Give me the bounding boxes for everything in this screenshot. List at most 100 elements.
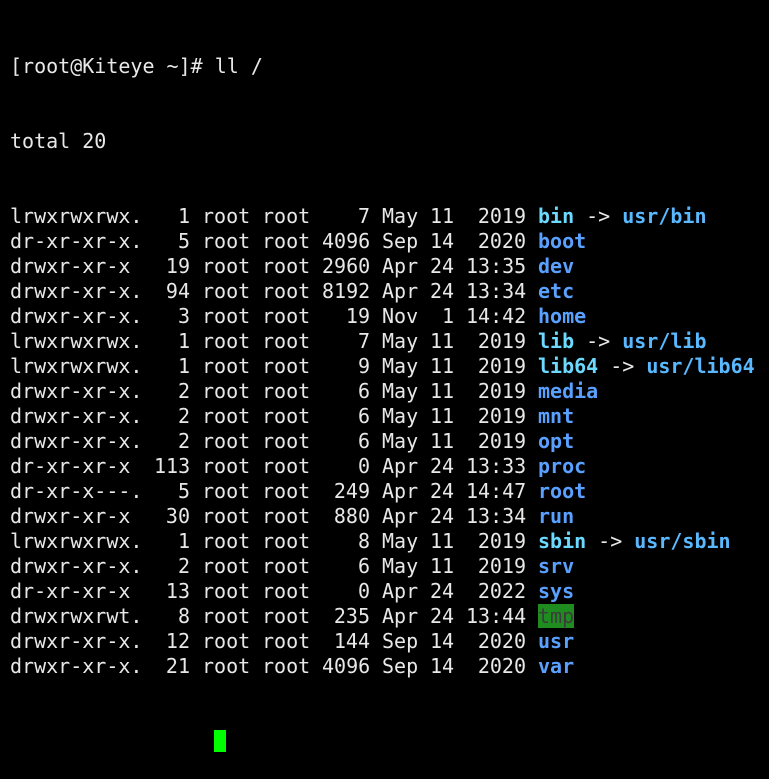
- listing-row: drwxr-xr-x. 2 root root 6 May 11 2019 mnt: [10, 404, 769, 429]
- day: 14: [430, 654, 455, 678]
- listing-row: lrwxrwxrwx. 1 root root 7 May 11 2019 bin -> usr/b…: [10, 204, 769, 229]
- prompt: [root@Kiteye ~]#: [10, 54, 215, 78]
- listing-row: lrwxrwxrwx. 1 root root 7 May 11 2019 lib -> usr/l…: [10, 329, 769, 354]
- day: 24: [430, 454, 455, 478]
- permissions: drwxr-xr-x.: [10, 554, 143, 578]
- time-or-year: 2020: [477, 654, 526, 678]
- permissions: lrwxrwxrwx.: [10, 204, 143, 228]
- month: May: [382, 379, 419, 403]
- symlink-arrow: ->: [586, 329, 611, 353]
- time-or-year: 14:47: [466, 479, 527, 503]
- time-or-year: 2022: [477, 579, 526, 603]
- group: root: [262, 554, 311, 578]
- terminal-window[interactable]: [root@Kiteye ~]# ll / total 20 lrwxrwxrw…: [0, 0, 769, 752]
- month: Apr: [382, 254, 419, 278]
- size: 6: [357, 429, 370, 453]
- month: Apr: [382, 454, 419, 478]
- owner: root: [202, 629, 251, 653]
- listing-row: lrwxrwxrwx. 1 root root 9 May 11 2019 lib64 -> usr…: [10, 354, 769, 379]
- file-name: home: [538, 304, 587, 328]
- file-name: run: [538, 504, 575, 528]
- file-name: lib64: [538, 354, 599, 378]
- permissions: dr-xr-xr-x: [10, 454, 131, 478]
- symlink-arrow: ->: [586, 204, 611, 228]
- month: May: [382, 429, 419, 453]
- listing-row: dr-xr-x---. 5 root root 249 Apr 24 14:47 root: [10, 479, 769, 504]
- day: 11: [430, 204, 455, 228]
- owner: root: [202, 329, 251, 353]
- symlink-target: usr/lib64: [646, 354, 755, 378]
- file-name: bin: [538, 204, 575, 228]
- link-count: 2: [177, 379, 190, 403]
- permissions: drwxr-xr-x.: [10, 429, 143, 453]
- month: Apr: [382, 279, 419, 303]
- terminal-cursor: [214, 730, 226, 752]
- time-or-year: 13:33: [466, 454, 527, 478]
- owner: root: [202, 429, 251, 453]
- permissions: lrwxrwxrwx.: [10, 529, 143, 553]
- time-or-year: 2020: [477, 229, 526, 253]
- day: 14: [430, 229, 455, 253]
- symlink-target: usr/bin: [622, 204, 707, 228]
- day: 11: [430, 354, 455, 378]
- listing-row: drwxr-xr-x. 21 root root 4096 Sep 14 2020 var: [10, 654, 769, 679]
- command-line: [root@Kiteye ~]# ll /: [10, 54, 769, 79]
- file-name: sbin: [538, 529, 587, 553]
- month: May: [382, 329, 419, 353]
- month: Apr: [382, 604, 419, 628]
- link-count: 19: [165, 254, 190, 278]
- listing-row: dr-xr-xr-x 113 root root 0 Apr 24 13:33 proc: [10, 454, 769, 479]
- day: 24: [430, 579, 455, 603]
- size: 4096: [322, 654, 371, 678]
- listing-row: drwxrwxrwt. 8 root root 235 Apr 24 13:44 tmp: [10, 604, 769, 629]
- link-count: 113: [154, 454, 191, 478]
- group: root: [262, 579, 311, 603]
- owner: root: [202, 254, 251, 278]
- link-count: 1: [177, 204, 190, 228]
- month: May: [382, 404, 419, 428]
- link-count: 13: [165, 579, 190, 603]
- listing-row: dr-xr-xr-x 13 root root 0 Apr 24 2022 sys: [10, 579, 769, 604]
- time-or-year: 13:44: [466, 604, 527, 628]
- size: 6: [357, 554, 370, 578]
- link-count: 1: [177, 329, 190, 353]
- day: 11: [430, 554, 455, 578]
- group: root: [262, 629, 311, 653]
- month: Nov: [382, 304, 419, 328]
- permissions: drwxr-xr-x.: [10, 404, 143, 428]
- size: 2960: [322, 254, 371, 278]
- permissions: drwxr-xr-x: [10, 504, 131, 528]
- time-or-year: 13:35: [466, 254, 527, 278]
- day: 14: [430, 629, 455, 653]
- size: 249: [333, 479, 370, 503]
- month: Sep: [382, 229, 419, 253]
- listing-row: drwxr-xr-x. 2 root root 6 May 11 2019 opt: [10, 429, 769, 454]
- owner: root: [202, 654, 251, 678]
- time-or-year: 13:34: [466, 504, 527, 528]
- command-text: ll /: [214, 54, 263, 78]
- time-or-year: 2019: [477, 354, 526, 378]
- day: 24: [430, 504, 455, 528]
- permissions: dr-xr-x---.: [10, 479, 143, 503]
- listing-row: lrwxrwxrwx. 1 root root 8 May 11 2019 sbin -> usr/…: [10, 529, 769, 554]
- file-name: opt: [538, 429, 575, 453]
- time-or-year: 2019: [477, 379, 526, 403]
- permissions: dr-xr-xr-x: [10, 579, 131, 603]
- link-count: 94: [165, 279, 190, 303]
- link-count: 3: [177, 304, 190, 328]
- listing-row: drwxr-xr-x. 12 root root 144 Sep 14 2020 usr: [10, 629, 769, 654]
- group: root: [262, 279, 311, 303]
- group: root: [262, 604, 311, 628]
- day: 11: [430, 329, 455, 353]
- symlink-arrow: ->: [610, 354, 635, 378]
- listing-row: drwxr-xr-x 19 root root 2960 Apr 24 13:35 dev: [10, 254, 769, 279]
- day: 11: [430, 429, 455, 453]
- time-or-year: 2019: [477, 329, 526, 353]
- next-prompt-line[interactable]: [10, 729, 769, 754]
- time-or-year: 2020: [477, 629, 526, 653]
- permissions: drwxr-xr-x.: [10, 379, 143, 403]
- owner: root: [202, 504, 251, 528]
- owner: root: [202, 379, 251, 403]
- listing-row: drwxr-xr-x. 94 root root 8192 Apr 24 13:34 etc: [10, 279, 769, 304]
- time-or-year: 2019: [477, 554, 526, 578]
